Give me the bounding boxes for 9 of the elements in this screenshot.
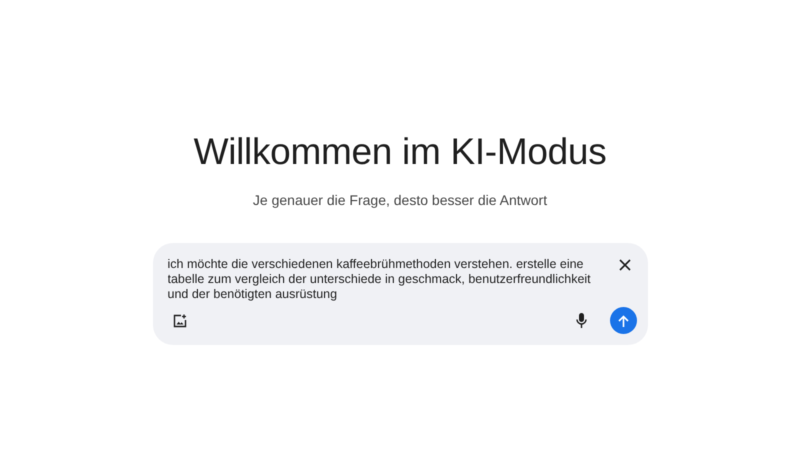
microphone-icon bbox=[576, 313, 587, 328]
page-heading: Willkommen im KI-Modus bbox=[192, 130, 608, 174]
arrow-up-icon bbox=[618, 314, 628, 326]
prompt-field[interactable]: ich möchte die verschiedenen kaffeebrühmethoden verstehen. erstelle eine tabelle zum vergleich der unterschiede in geschmack, benutzerfreundlichkeit und der benötigten ausrüstung bbox=[168, 253, 608, 307]
prompt-panel[interactable]: ich möchte die verschiedenen kaffeebrühmethoden verstehen. erstelle eine tabelle zum vergleich der unterschiede in geschmack, benutzerfreundlichkeit und der benötigten ausrüstung bbox=[152, 243, 648, 345]
image-plus-icon bbox=[172, 314, 186, 328]
send-button[interactable] bbox=[610, 307, 636, 334]
subheading: Je genauer die Frage, desto besser die Antwort bbox=[252, 191, 548, 210]
close-icon bbox=[618, 259, 630, 271]
